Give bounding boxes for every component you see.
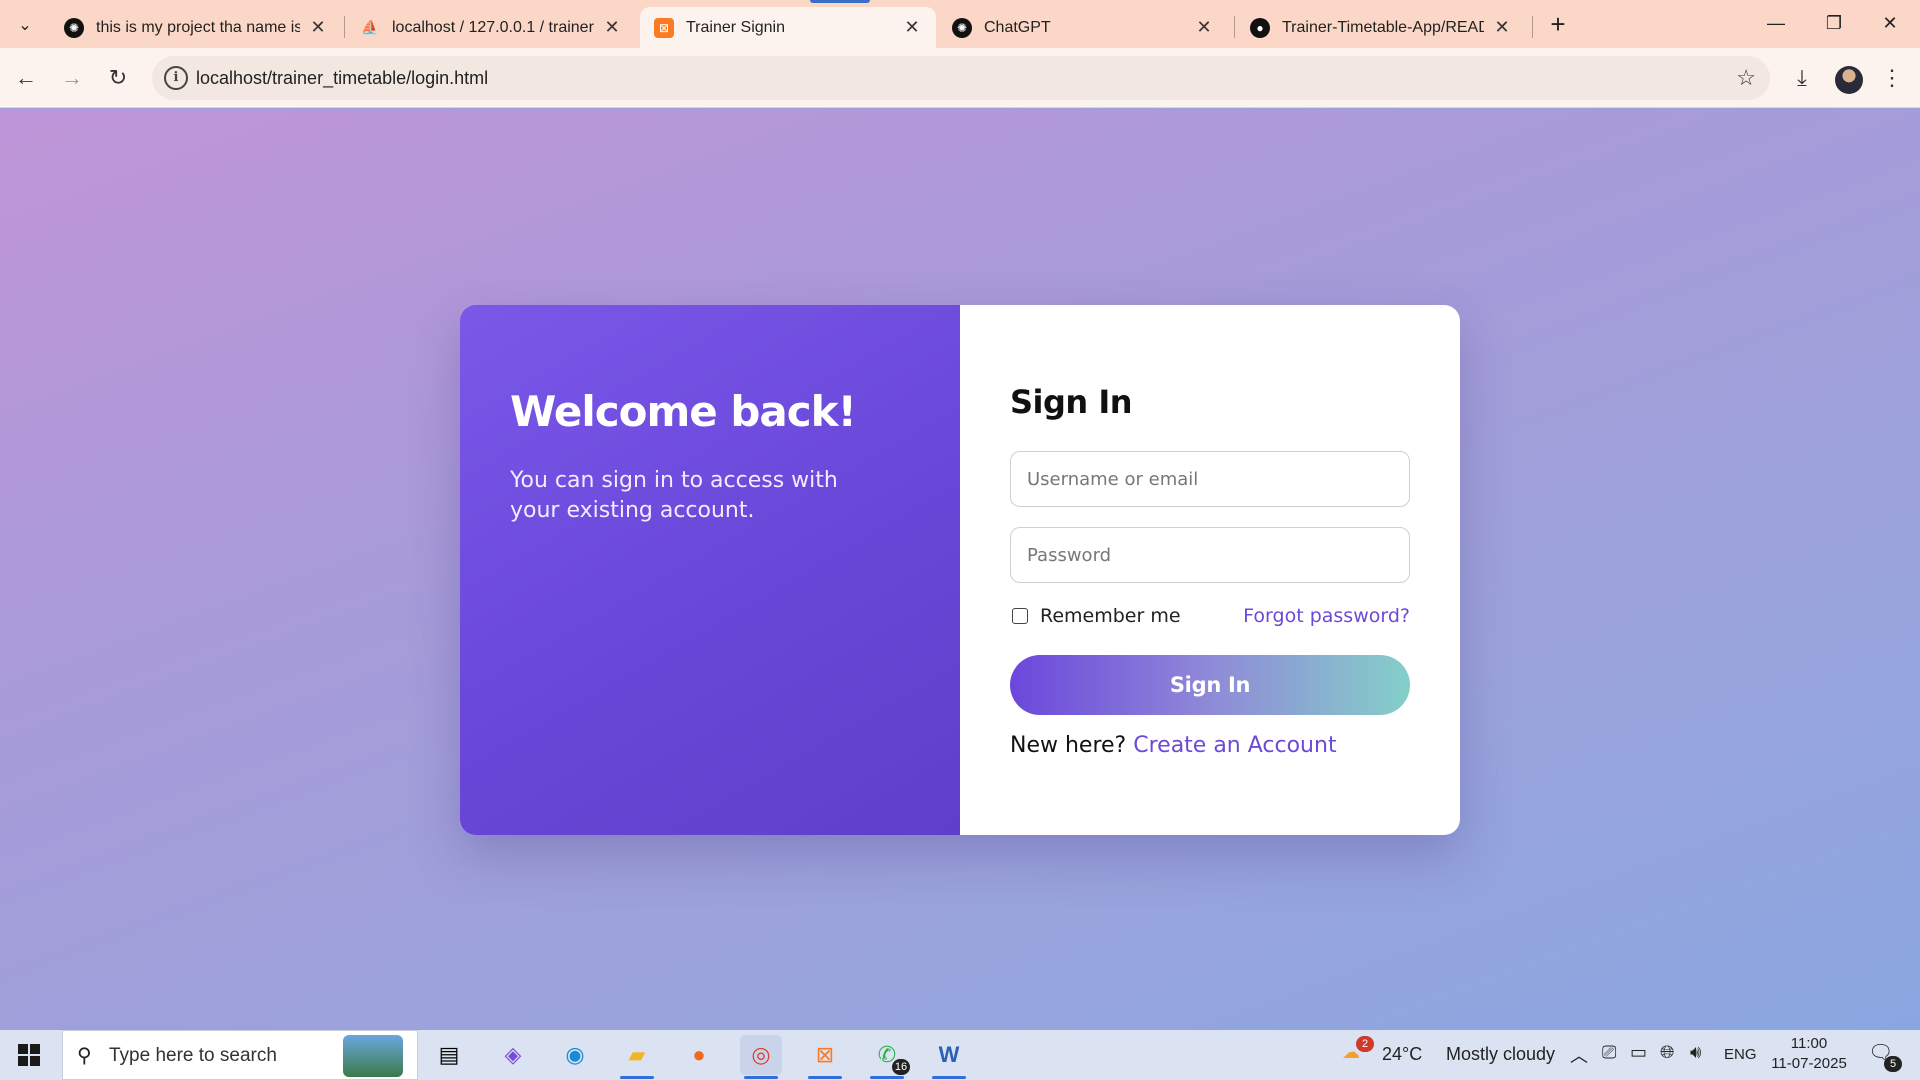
chrome-icon[interactable]: ◎ (740, 1035, 782, 1079)
weather-text[interactable]: Mostly cloudy (1446, 1044, 1555, 1065)
new-tab-plus-icon[interactable]: + (1543, 10, 1573, 40)
welcome-panel: Welcome back! You can sign in to access … (460, 305, 960, 835)
browser-tab-bar: ⌄ ✺ this is my project tha name is Tr ✕ … (0, 0, 1920, 48)
active-tab-indicator (810, 0, 870, 3)
remember-checkbox[interactable] (1012, 608, 1028, 624)
xampp-icon[interactable]: ⊠ (804, 1035, 846, 1079)
taskbar-search-box[interactable]: ⚲ Type here to search (62, 1030, 418, 1080)
remember-label: Remember me (1040, 605, 1181, 627)
start-button[interactable] (0, 1030, 58, 1080)
signin-title: Sign In (1010, 383, 1133, 421)
notification-icon[interactable]: 🗨︎ 5 (1868, 1040, 1902, 1072)
whatsapp-badge: 16 (892, 1059, 910, 1075)
taskbar-search-placeholder: Type here to search (109, 1045, 277, 1066)
word-icon[interactable]: W (928, 1035, 970, 1079)
username-input[interactable] (1010, 451, 1410, 507)
running-indicator (870, 1076, 904, 1079)
bookmark-star-icon[interactable]: ☆ (1736, 65, 1756, 91)
close-icon[interactable]: ✕ (902, 17, 922, 38)
forgot-password-link[interactable]: Forgot password? (1243, 605, 1410, 627)
github-icon: ● (1250, 17, 1270, 38)
weather-badge: 2 (1356, 1036, 1374, 1052)
window-close-icon[interactable]: ✕ (1866, 8, 1914, 38)
welcome-text: You can sign in to access with your exis… (510, 468, 838, 523)
restore-icon[interactable]: ❐ (1810, 8, 1858, 38)
url-text[interactable]: localhost/trainer_timetable/login.html (196, 68, 488, 89)
forward-arrow-icon[interactable]: → (54, 60, 90, 96)
meet-now-icon[interactable]: ⎚ (1602, 1042, 1616, 1063)
signin-button[interactable]: Sign In (1010, 655, 1410, 715)
tab-chatgpt[interactable]: ✺ ChatGPT ✕ (938, 7, 1228, 48)
signin-form: Sign In Remember me Forgot password? Sig… (960, 305, 1460, 835)
remember-me[interactable]: Remember me (1012, 605, 1181, 627)
openai-icon: ✺ (952, 17, 972, 38)
tab-search-chevron-down-icon[interactable]: ⌄ (8, 10, 42, 40)
chevron-up-icon[interactable]: ︿ (1570, 1042, 1588, 1068)
openai-icon: ✺ (64, 17, 84, 38)
address-bar[interactable]: i localhost/trainer_timetable/login.html… (152, 56, 1770, 100)
tab-divider (1532, 16, 1533, 38)
clock-time: 11:00 (1790, 1035, 1828, 1052)
close-icon[interactable]: ✕ (602, 17, 622, 38)
profile-avatar[interactable] (1835, 66, 1863, 94)
reload-icon[interactable]: ↻ (100, 60, 136, 96)
system-clock[interactable]: 11:00 11-07-2025 (1766, 1034, 1852, 1074)
running-indicator (808, 1076, 842, 1079)
new-here-text: New here? (1010, 733, 1127, 758)
search-icon: ⚲ (77, 1045, 92, 1067)
globe-network-icon[interactable]: 🌐︎ (1660, 1042, 1674, 1063)
browser-toolbar: ← → ↻ i localhost/trainer_timetable/logi… (0, 48, 1920, 108)
edge-icon[interactable]: ◉ (554, 1035, 596, 1075)
create-account-link[interactable]: Create an Account (1133, 733, 1336, 758)
phpmyadmin-icon: ⛵ (361, 19, 379, 35)
site-info-icon[interactable]: i (164, 66, 188, 90)
close-icon[interactable]: ✕ (1194, 17, 1214, 38)
battery-icon[interactable]: ▭ (1630, 1042, 1647, 1063)
running-indicator (744, 1076, 778, 1079)
copilot-icon[interactable]: ◈ (492, 1035, 534, 1075)
login-page: Welcome back! You can sign in to access … (0, 109, 1920, 1030)
tab-trainer-signin[interactable]: ⊠ Trainer Signin ✕ (640, 7, 936, 48)
task-view-icon[interactable]: ▤ (428, 1035, 470, 1075)
speaker-icon[interactable]: 🔊︎ (1690, 1042, 1701, 1063)
back-arrow-icon[interactable]: ← (8, 60, 44, 96)
login-card: Welcome back! You can sign in to access … (460, 305, 1460, 835)
windows-logo-icon (18, 1044, 40, 1066)
welcome-title: Welcome back! (510, 387, 857, 436)
running-indicator (620, 1076, 654, 1079)
weather-temp[interactable]: 24°C (1382, 1044, 1422, 1065)
password-input[interactable] (1010, 527, 1410, 583)
clock-date: 11-07-2025 (1771, 1055, 1847, 1072)
running-indicator (932, 1076, 966, 1079)
tab-project-chat[interactable]: ✺ this is my project tha name is Tr ✕ (50, 7, 342, 48)
new-here-row: New here? Create an Account (1010, 733, 1337, 758)
download-icon[interactable]: ⤓ (1784, 60, 1820, 96)
language-indicator[interactable]: ENG (1724, 1046, 1757, 1063)
firefox-icon[interactable]: ● (678, 1035, 720, 1075)
tab-github-readme[interactable]: ● Trainer-Timetable-App/READM ✕ (1236, 7, 1526, 48)
tab-divider (344, 16, 345, 38)
close-icon[interactable]: ✕ (1492, 17, 1512, 38)
search-highlight-image[interactable] (343, 1035, 403, 1077)
whatsapp-icon[interactable]: ✆ 16 (866, 1035, 910, 1079)
file-explorer-icon[interactable]: ▰ (616, 1035, 658, 1079)
windows-taskbar: ⚲ Type here to search ▤ ◈ ◉ ▰ ● ◎ ⊠ ✆ 16 … (0, 1030, 1920, 1080)
tab-divider (1234, 16, 1235, 38)
menu-kebab-icon[interactable]: ⋮ (1874, 60, 1910, 96)
minimize-icon[interactable]: — (1752, 8, 1800, 38)
close-icon[interactable]: ✕ (308, 17, 328, 38)
tab-phpmyadmin[interactable]: ⛵ localhost / 127.0.0.1 / trainer | p ✕ (346, 7, 636, 48)
notification-count: 5 (1884, 1056, 1902, 1072)
xampp-icon: ⊠ (654, 17, 674, 38)
